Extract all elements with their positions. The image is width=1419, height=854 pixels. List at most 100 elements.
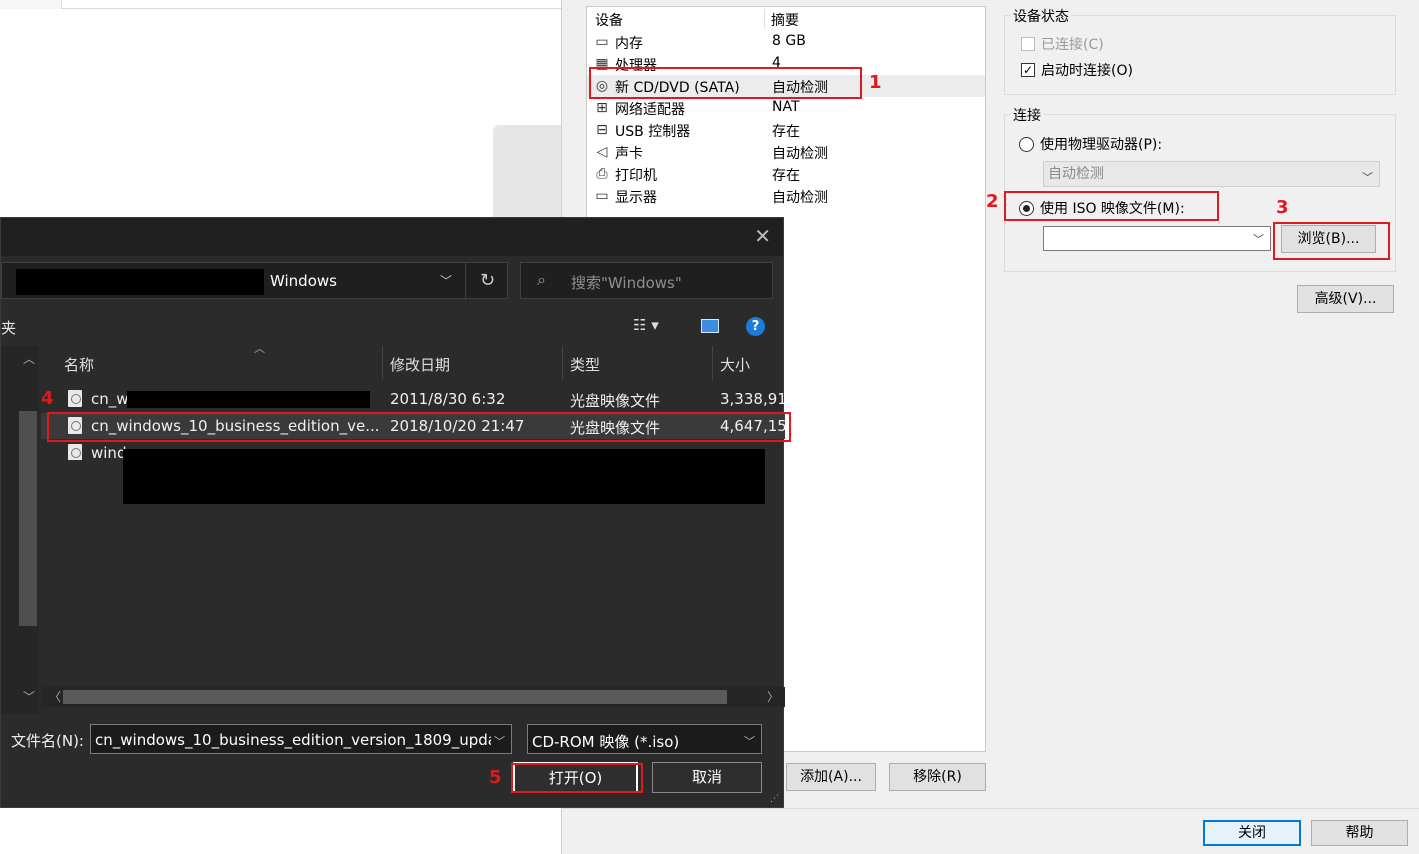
footer-divider <box>562 808 1419 809</box>
physical-drive-radio[interactable]: 使用物理驱动器(P): <box>1019 134 1162 154</box>
cancel-button[interactable]: 取消 <box>652 762 762 793</box>
help-button[interactable]: 帮助 <box>1311 820 1408 846</box>
filename-input[interactable]: cn_windows_10_business_edition_version_1… <box>90 724 512 754</box>
device-name: 打印机 <box>615 168 657 184</box>
column-device[interactable]: 设备 <box>595 10 623 30</box>
memory-icon: ▭ <box>595 34 609 50</box>
annotation-box-4 <box>47 412 791 442</box>
device-summary: NAT <box>772 99 800 115</box>
close-icon[interactable]: ✕ <box>754 224 771 248</box>
view-options-icon[interactable]: ☷ ▾ <box>633 316 659 334</box>
column-size[interactable]: 大小 <box>720 354 750 375</box>
device-summary: 8 GB <box>772 33 806 49</box>
redacted-path <box>16 269 264 295</box>
annotation-box-3 <box>1273 222 1390 260</box>
scroll-down-icon[interactable]: ﹀ <box>23 688 35 705</box>
column-summary[interactable]: 摘要 <box>771 10 799 30</box>
annotation-box-1 <box>589 67 862 99</box>
resize-grip-icon[interactable]: ⋰ <box>770 794 779 804</box>
dialog-titlebar: ✕ <box>1 218 783 256</box>
physical-drive-label: 使用物理驱动器(P): <box>1040 137 1163 153</box>
disc-image-icon <box>68 444 82 460</box>
redaction-bar <box>127 391 370 408</box>
device-row-usb[interactable]: ⊟ USB 控制器 存在 <box>587 119 985 141</box>
device-summary: 自动检测 <box>772 146 828 162</box>
device-name: 网络适配器 <box>615 102 685 118</box>
remove-button[interactable]: 移除(R) <box>889 763 986 791</box>
advanced-button[interactable]: 高级(V)... <box>1297 285 1394 313</box>
device-name: 显示器 <box>615 190 657 206</box>
device-name: 声卡 <box>615 146 643 162</box>
annotation-number-2: 2 <box>986 191 999 212</box>
device-row-memory[interactable]: ▭ 内存 8 GB <box>587 31 985 53</box>
printer-icon: ⎙ <box>596 166 608 182</box>
horizontal-scrollbar[interactable]: 〈 〉 <box>41 687 785 707</box>
chevron-down-icon: ﹀ <box>1253 233 1264 246</box>
add-button[interactable]: 添加(A)... <box>786 763 876 791</box>
filename-value: cn_windows_10_business_edition_version_1… <box>95 731 491 749</box>
file-list-header: ︿ 名称 修改日期 类型 大小 <box>41 342 785 380</box>
network-adapter-icon: ⊞ <box>596 100 608 116</box>
search-input[interactable]: ⌕ 搜索"Windows" <box>520 262 773 299</box>
device-summary: 存在 <box>772 168 800 184</box>
chevron-down-icon[interactable]: ﹀ <box>744 733 755 749</box>
column-name[interactable]: 名称 <box>64 354 94 375</box>
file-name: cn_w <box>91 390 129 408</box>
device-name: USB 控制器 <box>615 124 691 140</box>
device-list-header: 设备 摘要 <box>587 7 985 29</box>
close-button[interactable]: 关闭 <box>1203 820 1301 846</box>
address-bar[interactable]: Windows ﹀ ↻ <box>1 262 509 300</box>
device-status-title: 设备状态 <box>1011 6 1071 26</box>
scroll-left-icon[interactable]: 〈 <box>49 688 61 705</box>
column-type[interactable]: 类型 <box>570 354 600 375</box>
scrollbar-thumb[interactable] <box>63 690 727 704</box>
scroll-right-icon[interactable]: 〉 <box>767 688 779 705</box>
device-row-network[interactable]: ⊞ 网络适配器 NAT <box>587 97 985 119</box>
annotation-box-5 <box>511 763 643 793</box>
annotation-number-4: 4 <box>41 388 54 409</box>
device-row-display[interactable]: ▭ 显示器 自动检测 <box>587 185 985 207</box>
physical-drive-select[interactable]: 自动检测 ﹀ <box>1043 161 1380 187</box>
connected-checkbox[interactable]: 已连接(C) <box>1021 34 1104 54</box>
connect-on-start-label: 启动时连接(O) <box>1041 63 1133 79</box>
refresh-icon[interactable]: ↻ <box>465 263 509 300</box>
background-tabstrip <box>0 0 561 9</box>
preview-pane-icon[interactable] <box>701 319 719 333</box>
connect-on-start-checkbox[interactable]: ✓ 启动时连接(O) <box>1021 60 1133 80</box>
background-tab <box>0 0 62 9</box>
display-icon: ▭ <box>595 188 609 204</box>
device-summary: 自动检测 <box>772 190 828 206</box>
connection-title: 连接 <box>1011 105 1043 125</box>
file-name: wind <box>91 444 127 460</box>
navigation-pane: ︿ <box>1 346 39 714</box>
file-open-dialog: ✕ Windows ﹀ ↻ ⌕ 搜索"Windows" 夹 ☷ ▾ ? ︿ ︿ … <box>0 217 791 808</box>
iso-path-combo[interactable]: ﹀ <box>1043 226 1271 251</box>
chevron-down-icon[interactable]: ﹀ <box>494 733 505 749</box>
nav-scrollbar[interactable] <box>19 411 37 626</box>
filetype-select[interactable]: CD-ROM 映像 (*.iso) ﹀ <box>527 724 762 754</box>
annotation-number-1: 1 <box>869 72 882 93</box>
device-name: 内存 <box>615 36 643 52</box>
device-row-sound[interactable]: ◁ 声卡 自动检测 <box>587 141 985 163</box>
new-folder-label[interactable]: 夹 <box>1 317 16 338</box>
annotation-number-5: 5 <box>489 767 502 788</box>
address-folder: Windows <box>270 272 337 290</box>
usb-icon: ⊟ <box>596 122 608 138</box>
connected-label: 已连接(C) <box>1041 37 1104 53</box>
help-icon[interactable]: ? <box>746 317 765 336</box>
device-row-printer[interactable]: ⎙ 打印机 存在 <box>587 163 985 185</box>
file-modified: 2011/8/30 6:32 <box>390 390 506 408</box>
device-status-group: 设备状态 已连接(C) ✓ 启动时连接(O) <box>1004 6 1396 95</box>
chevron-down-icon: ﹀ <box>1362 171 1373 184</box>
redaction-bar <box>123 449 765 504</box>
annotation-number-3: 3 <box>1276 197 1289 218</box>
filename-label: 文件名(N): <box>11 732 84 750</box>
scroll-up-icon[interactable]: ︿ <box>23 350 35 367</box>
sound-card-icon: ◁ <box>596 144 608 160</box>
chevron-down-icon[interactable]: ﹀ <box>440 272 452 289</box>
physical-drive-value: 自动检测 <box>1048 166 1104 182</box>
background-panel <box>493 125 561 220</box>
search-icon: ⌕ <box>537 270 546 289</box>
column-modified[interactable]: 修改日期 <box>390 354 450 375</box>
file-size: 3,338,918 <box>720 390 785 408</box>
